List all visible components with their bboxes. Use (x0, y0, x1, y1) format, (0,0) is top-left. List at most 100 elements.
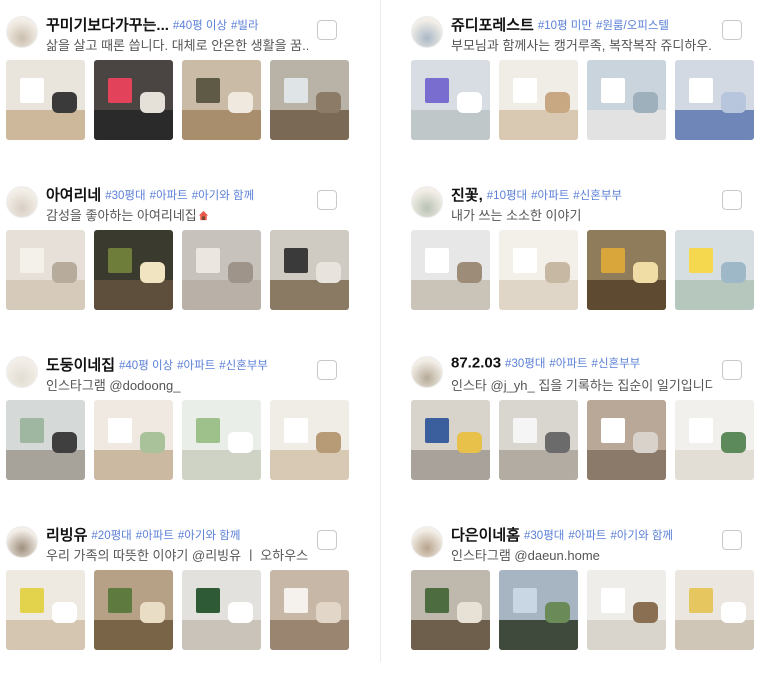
room-photo[interactable] (6, 60, 85, 140)
hashtag[interactable]: #아파트 (568, 530, 606, 542)
avatar[interactable] (6, 356, 38, 388)
description-text: 인스타그램 @dodoong_ (46, 378, 181, 393)
room-photo[interactable] (411, 400, 490, 480)
hashtag[interactable]: #신혼부부 (592, 358, 641, 370)
hashtag[interactable]: #30평대 (105, 190, 145, 202)
room-photo[interactable] (6, 230, 85, 310)
hashtag[interactable]: #아파트 (549, 358, 587, 370)
user-card: 다은이네홈 #30평대 #아파트 #아기와 함께인스타그램 @daeun.home (411, 524, 756, 674)
description-text: 우리 가족의 따뜻한 이야기 @리빙유 ㅣ 오하우스... (46, 548, 308, 563)
hashtag[interactable]: #40평 이상 (119, 360, 173, 372)
description-text: 부모님과 함께사는 캥거루족, 복작복작 쥬디하우... (451, 38, 713, 53)
description-text: 인스타 @j_yh_ 집을 기록하는 집순이 일기입니다... (451, 378, 713, 393)
room-photo[interactable] (94, 60, 173, 140)
hashtag[interactable]: #아기와 함께 (178, 530, 241, 542)
hashtag[interactable]: #원룸/오피스텔 (596, 20, 669, 32)
avatar[interactable] (6, 16, 38, 48)
room-photo[interactable] (411, 60, 490, 140)
avatar[interactable] (411, 16, 443, 48)
room-photo[interactable] (587, 400, 666, 480)
hashtag[interactable]: #아파트 (136, 530, 174, 542)
hashtag[interactable]: #30평대 (524, 530, 564, 542)
room-photo[interactable] (675, 570, 754, 650)
room-photo[interactable] (499, 570, 578, 650)
card-header: 쥬디포레스트 #10평 미만 #원룸/오피스텔 (451, 14, 713, 35)
hashtag[interactable]: #신혼부부 (573, 190, 622, 202)
hashtag[interactable]: #빌라 (231, 20, 259, 32)
avatar[interactable] (411, 356, 443, 388)
hashtag[interactable]: #아파트 (531, 190, 569, 202)
avatar[interactable] (6, 526, 38, 558)
room-photo[interactable] (587, 570, 666, 650)
room-photo[interactable] (6, 570, 85, 650)
user-description: 부모님과 함께사는 캥거루족, 복작복작 쥬디하우... (451, 35, 713, 54)
user-description: 내가 쓰는 소소한 이야기 (451, 205, 713, 224)
room-photo[interactable] (270, 570, 349, 650)
avatar[interactable] (411, 186, 443, 218)
room-photo[interactable] (411, 570, 490, 650)
user-description: 우리 가족의 따뜻한 이야기 @리빙유 ㅣ 오하우스... (46, 545, 308, 564)
room-photo[interactable] (675, 60, 754, 140)
hashtag[interactable]: #20평대 (91, 530, 131, 542)
room-photo[interactable] (94, 230, 173, 310)
select-checkbox[interactable] (722, 530, 742, 550)
avatar[interactable] (6, 186, 38, 218)
room-photo[interactable] (94, 400, 173, 480)
description-text: 감성을 좋아하는 아여리네집 (46, 208, 197, 223)
photo-strip (6, 230, 351, 310)
hashtag[interactable]: #40평 이상 (173, 20, 227, 32)
hashtag[interactable]: #30평대 (505, 358, 545, 370)
select-checkbox[interactable] (722, 190, 742, 210)
user-description: 인스타 @j_yh_ 집을 기록하는 집순이 일기입니다... (451, 375, 713, 394)
photo-strip (411, 570, 756, 650)
hashtag[interactable]: #아기와 함께 (611, 530, 674, 542)
user-name[interactable]: 87.2.03 (451, 354, 501, 371)
description-text: 인스타그램 @daeun.home (451, 548, 600, 563)
user-description: 삶을 살고 때론 씁니다. 대체로 안온한 생활을 꿈... (46, 35, 308, 54)
room-photo[interactable] (675, 400, 754, 480)
hashtag[interactable]: #아파트 (150, 190, 188, 202)
room-photo[interactable] (94, 570, 173, 650)
hashtag[interactable]: #아기와 함께 (192, 190, 255, 202)
select-checkbox[interactable] (722, 360, 742, 380)
room-photo[interactable] (182, 230, 261, 310)
avatar[interactable] (411, 526, 443, 558)
house-emoji-icon (198, 210, 208, 221)
user-name[interactable]: 쥬디포레스트 (451, 17, 534, 34)
room-photo[interactable] (587, 60, 666, 140)
user-name[interactable]: 리빙유 (46, 527, 87, 544)
hashtag[interactable]: #아파트 (177, 360, 215, 372)
hashtag[interactable]: #신혼부부 (219, 360, 268, 372)
room-photo[interactable] (675, 230, 754, 310)
room-photo[interactable] (499, 230, 578, 310)
user-name[interactable]: 도둥이네집 (46, 357, 115, 374)
select-checkbox[interactable] (317, 20, 337, 40)
select-checkbox[interactable] (317, 190, 337, 210)
user-name[interactable]: 진꽃, (451, 187, 483, 204)
select-checkbox[interactable] (317, 530, 337, 550)
user-card: 쥬디포레스트 #10평 미만 #원룸/오피스텔부모님과 함께사는 캥거루족, 복작복… (411, 14, 756, 164)
room-photo[interactable] (270, 60, 349, 140)
room-photo[interactable] (182, 60, 261, 140)
hashtag[interactable]: #10평 미만 (538, 20, 592, 32)
room-photo[interactable] (182, 570, 261, 650)
photo-strip (6, 60, 351, 140)
room-photo[interactable] (411, 230, 490, 310)
room-photo[interactable] (499, 400, 578, 480)
card-header: 꾸미기보다가꾸는... #40평 이상 #빌라 (46, 14, 308, 35)
room-photo[interactable] (270, 400, 349, 480)
user-card: 꾸미기보다가꾸는... #40평 이상 #빌라삶을 살고 때론 씁니다. 대체로 안… (6, 14, 351, 164)
user-name[interactable]: 아여리네 (46, 187, 101, 204)
select-checkbox[interactable] (722, 20, 742, 40)
room-photo[interactable] (6, 400, 85, 480)
hashtag[interactable]: #10평대 (487, 190, 527, 202)
user-description: 인스타그램 @dodoong_ (46, 375, 308, 394)
select-checkbox[interactable] (317, 360, 337, 380)
room-photo[interactable] (499, 60, 578, 140)
room-photo[interactable] (587, 230, 666, 310)
user-name[interactable]: 꾸미기보다가꾸는... (46, 17, 169, 34)
room-photo[interactable] (182, 400, 261, 480)
room-photo[interactable] (270, 230, 349, 310)
photo-strip (6, 570, 351, 650)
user-name[interactable]: 다은이네홈 (451, 527, 520, 544)
